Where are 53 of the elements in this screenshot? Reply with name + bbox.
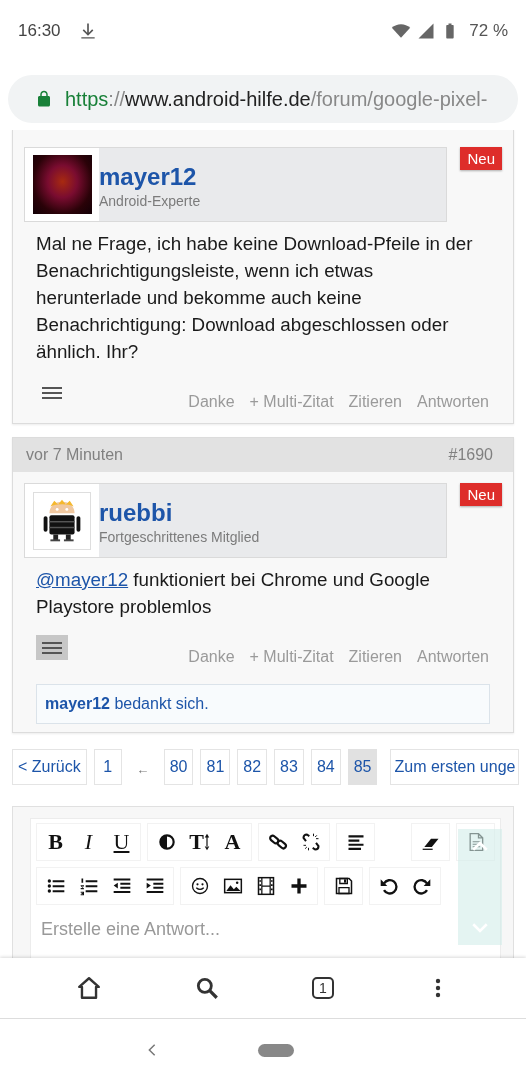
- avatar-photo-placeholder: [32, 155, 92, 214]
- robot-avatar-drawing: [33, 491, 91, 550]
- post-time: vor 7 Minuten: [26, 446, 123, 464]
- thanks-note: mayer12 bedankt sich.: [36, 684, 490, 724]
- lock-icon: [35, 89, 53, 109]
- page-link[interactable]: 1: [93, 749, 122, 785]
- username[interactable]: ruebbi: [99, 498, 260, 527]
- mention-link[interactable]: @mayer12: [36, 569, 129, 590]
- tab-switcher-button[interactable]: 1: [312, 977, 334, 999]
- page-link[interactable]: 80: [163, 749, 194, 785]
- first-unread-link[interactable]: Zum ersten unge: [390, 749, 520, 785]
- smiley-icon: [189, 876, 210, 896]
- link-icon: [267, 832, 288, 852]
- page-link[interactable]: 82: [237, 749, 268, 785]
- post-menu-button[interactable]: [36, 635, 68, 660]
- up-down-arrow-icon: [203, 832, 210, 852]
- page-link[interactable]: 85: [347, 749, 378, 785]
- page-link[interactable]: 81: [200, 749, 231, 785]
- film-icon: [255, 876, 276, 896]
- font-size-button[interactable]: T: [183, 824, 216, 860]
- post-message: @mayer12 funktioniert bei Chrome und Google Playstore problemlos: [36, 568, 431, 619]
- italic-button[interactable]: I: [72, 824, 105, 860]
- clock-time: 16:30: [18, 21, 61, 41]
- new-badge: Neu: [460, 147, 502, 170]
- signal-icon: [417, 22, 436, 40]
- contrast-icon: [156, 832, 177, 852]
- reply-editor-field[interactable]: B I U T A Erstelle eine Antwort...: [30, 818, 501, 958]
- home-icon[interactable]: [76, 975, 102, 1001]
- bulleted-list-icon: [45, 876, 66, 896]
- post-message: Mal ne Frage, ich habe keine Download-Pfeile in der Benachrichtigungsleiste, wenn ich etwas herunterlade und bekomme auch keine Benachrichtigung: Download abgeschlossen oder ähnlich. Ihr?: [36, 232, 474, 364]
- previous-page-link[interactable]: < Zurück: [12, 749, 87, 785]
- underline-button[interactable]: U: [105, 824, 138, 860]
- url-text[interactable]: https://www.android-hilfe.de/forum/google-pixel-: [65, 87, 488, 111]
- numbered-list-icon: [78, 876, 99, 896]
- indent-icon: [144, 876, 165, 896]
- page-gap-arrow: ←: [135, 760, 151, 779]
- battery-level: 72 %: [469, 21, 508, 41]
- username[interactable]: mayer12: [99, 162, 201, 191]
- image-icon: [222, 876, 243, 896]
- font-color-button[interactable]: A: [216, 824, 249, 860]
- undo-icon: [378, 876, 399, 896]
- user-rank: Android-Experte: [99, 192, 201, 209]
- unlink-icon: [300, 832, 321, 852]
- bold-button[interactable]: B: [39, 824, 72, 860]
- outdent-icon: [111, 876, 132, 896]
- redo-icon: [411, 876, 432, 896]
- page-link[interactable]: 84: [310, 749, 341, 785]
- new-badge: Neu: [460, 483, 502, 506]
- user-rank: Fortgeschrittenes Mitglied: [99, 528, 260, 545]
- page-link[interactable]: 83: [274, 749, 304, 785]
- address-bar[interactable]: https://www.android-hilfe.de/forum/google-pixel-: [8, 75, 518, 123]
- search-icon[interactable]: [194, 975, 220, 1001]
- home-pill-button[interactable]: [258, 1043, 294, 1057]
